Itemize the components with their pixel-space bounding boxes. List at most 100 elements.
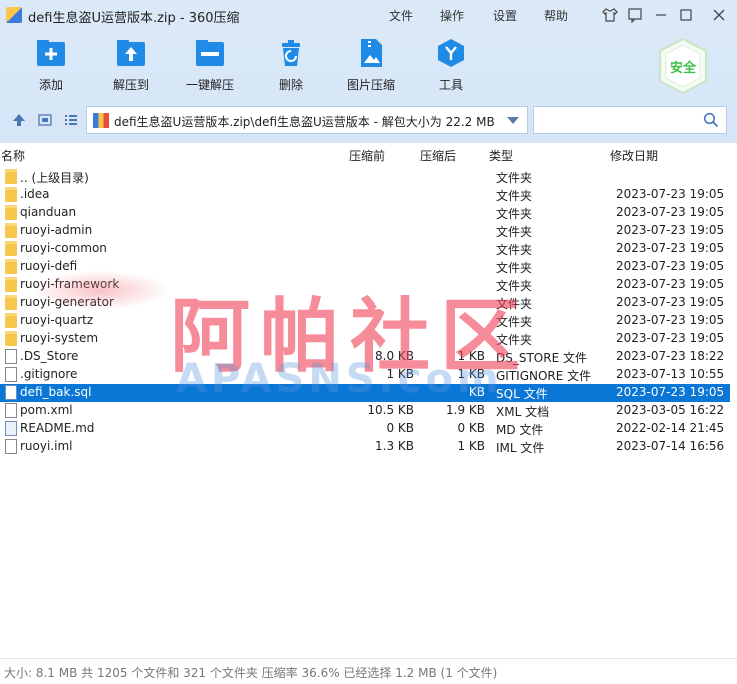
modified-date: 2023-07-13 10:55 (616, 367, 725, 381)
one-click-extract-button[interactable]: 一键解压 (170, 38, 250, 96)
column-after[interactable]: 压缩后 (420, 147, 456, 164)
file-type: XML 文档 (496, 405, 550, 419)
folder-icon (5, 259, 17, 274)
file-type: MD 文件 (496, 423, 544, 437)
table-row[interactable]: .. (上级目录) 文件夹 (0, 168, 730, 186)
extract-to-icon (115, 38, 147, 68)
size-after: 1 KB (457, 439, 485, 453)
folder-icon (5, 295, 17, 310)
modified-date: 2023-07-23 19:05 (616, 385, 725, 399)
modified-date: 2023-03-05 16:22 (616, 403, 725, 417)
extract-to-button[interactable]: 解压到 (91, 38, 171, 96)
tools-icon (435, 38, 467, 68)
delete-label: 删除 (278, 78, 303, 92)
file-icon (5, 385, 17, 400)
column-name[interactable]: 名称 (1, 147, 25, 164)
column-before[interactable]: 压缩前 (349, 147, 385, 164)
address-bar[interactable]: defi生息盗U运营版本.zip\defi生息盗U运营版本 - 解包大小为 22… (86, 106, 528, 134)
table-row[interactable]: qianduan 文件夹 2023-07-23 19:05 (0, 204, 730, 222)
table-row[interactable]: .idea 文件夹 2023-07-23 19:05 (0, 186, 730, 204)
menu-help[interactable]: 帮助 (544, 7, 568, 24)
table-row[interactable]: README.md 0 KB 0 KB MD 文件 2022-02-14 21:45 (0, 420, 730, 438)
file-name: README.md (20, 421, 95, 435)
modified-date: 2023-07-23 18:22 (616, 349, 725, 363)
file-name: pom.xml (20, 403, 73, 417)
size-after: 0 KB (457, 421, 485, 435)
column-date[interactable]: 修改日期 (610, 147, 658, 164)
file-icon (5, 349, 17, 364)
image-compress-button[interactable]: 图片压缩 (331, 38, 411, 96)
watermark-url: APASNS.com (176, 356, 503, 402)
file-name: .. (上级目录) (20, 171, 89, 185)
folder-icon (5, 205, 17, 220)
close-icon[interactable] (708, 4, 730, 26)
zip-archive-icon (93, 113, 109, 128)
table-row[interactable]: ruoyi.iml 1.3 KB 1 KB IML 文件 2023-07-14 16:5… (0, 438, 730, 456)
table-row[interactable]: pom.xml 10.5 KB 1.9 KB XML 文档 2023-03-05 16:… (0, 402, 730, 420)
modified-date: 2023-07-23 19:05 (616, 187, 725, 201)
up-arrow-icon[interactable] (11, 112, 27, 128)
file-type: 文件夹 (496, 189, 533, 203)
file-name: ruoyi-admin (20, 223, 93, 237)
size-before: 1.3 KB (375, 439, 414, 453)
maximize-icon[interactable] (675, 4, 697, 26)
file-name: ruoyi-common (20, 241, 107, 255)
thumbnail-view-icon[interactable] (37, 112, 53, 128)
modified-date: 2023-07-23 19:05 (616, 241, 725, 255)
add-icon (35, 38, 67, 68)
delete-button[interactable]: 删除 (251, 38, 331, 96)
modified-date: 2023-07-23 19:05 (616, 223, 725, 237)
file-type: 文件夹 (496, 243, 533, 257)
one-click-extract-icon (194, 38, 226, 68)
menu-file[interactable]: 文件 (389, 7, 413, 24)
file-icon (5, 367, 17, 382)
list-view-icon[interactable] (63, 112, 79, 128)
menu-settings[interactable]: 设置 (493, 7, 517, 24)
address-dropdown-icon[interactable] (507, 117, 519, 124)
file-name: ruoyi-quartz (20, 313, 94, 327)
feedback-icon[interactable] (624, 4, 646, 26)
size-before: 10.5 KB (367, 403, 414, 417)
search-icon[interactable] (703, 112, 719, 128)
folder-icon (5, 241, 17, 256)
folder-icon (5, 223, 17, 238)
folder-icon (5, 277, 17, 292)
table-row[interactable]: ruoyi-common 文件夹 2023-07-23 19:05 (0, 240, 730, 258)
image-compress-icon (355, 38, 387, 68)
file-icon (5, 403, 17, 418)
one-click-extract-label: 一键解压 (185, 78, 234, 92)
status-text: 大小: 8.1 MB 共 1205 个文件和 321 个文件夹 压缩率 36.6… (4, 666, 498, 680)
watermark-smear (30, 270, 170, 310)
folder-icon (5, 331, 17, 346)
file-name: defi_bak.sql (20, 385, 92, 399)
minimize-icon[interactable] (650, 4, 672, 26)
modified-date: 2023-07-23 19:05 (616, 259, 725, 273)
file-type: 文件夹 (496, 225, 533, 239)
table-row[interactable]: ruoyi-admin 文件夹 2023-07-23 19:05 (0, 222, 730, 240)
search-input[interactable] (533, 106, 727, 134)
file-name: .idea (20, 187, 50, 201)
skin-shirt-icon[interactable] (599, 4, 621, 26)
folder-icon (5, 187, 17, 202)
modified-date: 2023-07-14 16:56 (616, 439, 725, 453)
modified-date: 2023-07-23 19:05 (616, 205, 725, 219)
size-after: 1.9 KB (446, 403, 485, 417)
menu-operate[interactable]: 操作 (440, 7, 464, 24)
modified-date: 2023-07-23 19:05 (616, 331, 725, 345)
file-icon (5, 439, 17, 454)
file-type: IML 文件 (496, 441, 545, 455)
status-bar: 大小: 8.1 MB 共 1205 个文件和 321 个文件夹 压缩率 36.6… (0, 658, 737, 684)
column-header: 名称 压缩前 压缩后 类型 修改日期 (0, 143, 737, 167)
column-type[interactable]: 类型 (489, 147, 513, 164)
add-button[interactable]: 添加 (11, 38, 91, 96)
safe-badge[interactable]: 安全 (656, 37, 710, 95)
file-type: 文件夹 (496, 171, 533, 185)
safe-badge-text: 安全 (669, 61, 696, 76)
modified-date: 2023-07-23 19:05 (616, 295, 725, 309)
tools-button[interactable]: 工具 (411, 38, 491, 96)
file-name: .DS_Store (20, 349, 79, 363)
folder-icon (5, 169, 17, 184)
modified-date: 2022-02-14 21:45 (616, 421, 725, 435)
file-name: .gitignore (20, 367, 78, 381)
tools-label: 工具 (438, 78, 463, 92)
